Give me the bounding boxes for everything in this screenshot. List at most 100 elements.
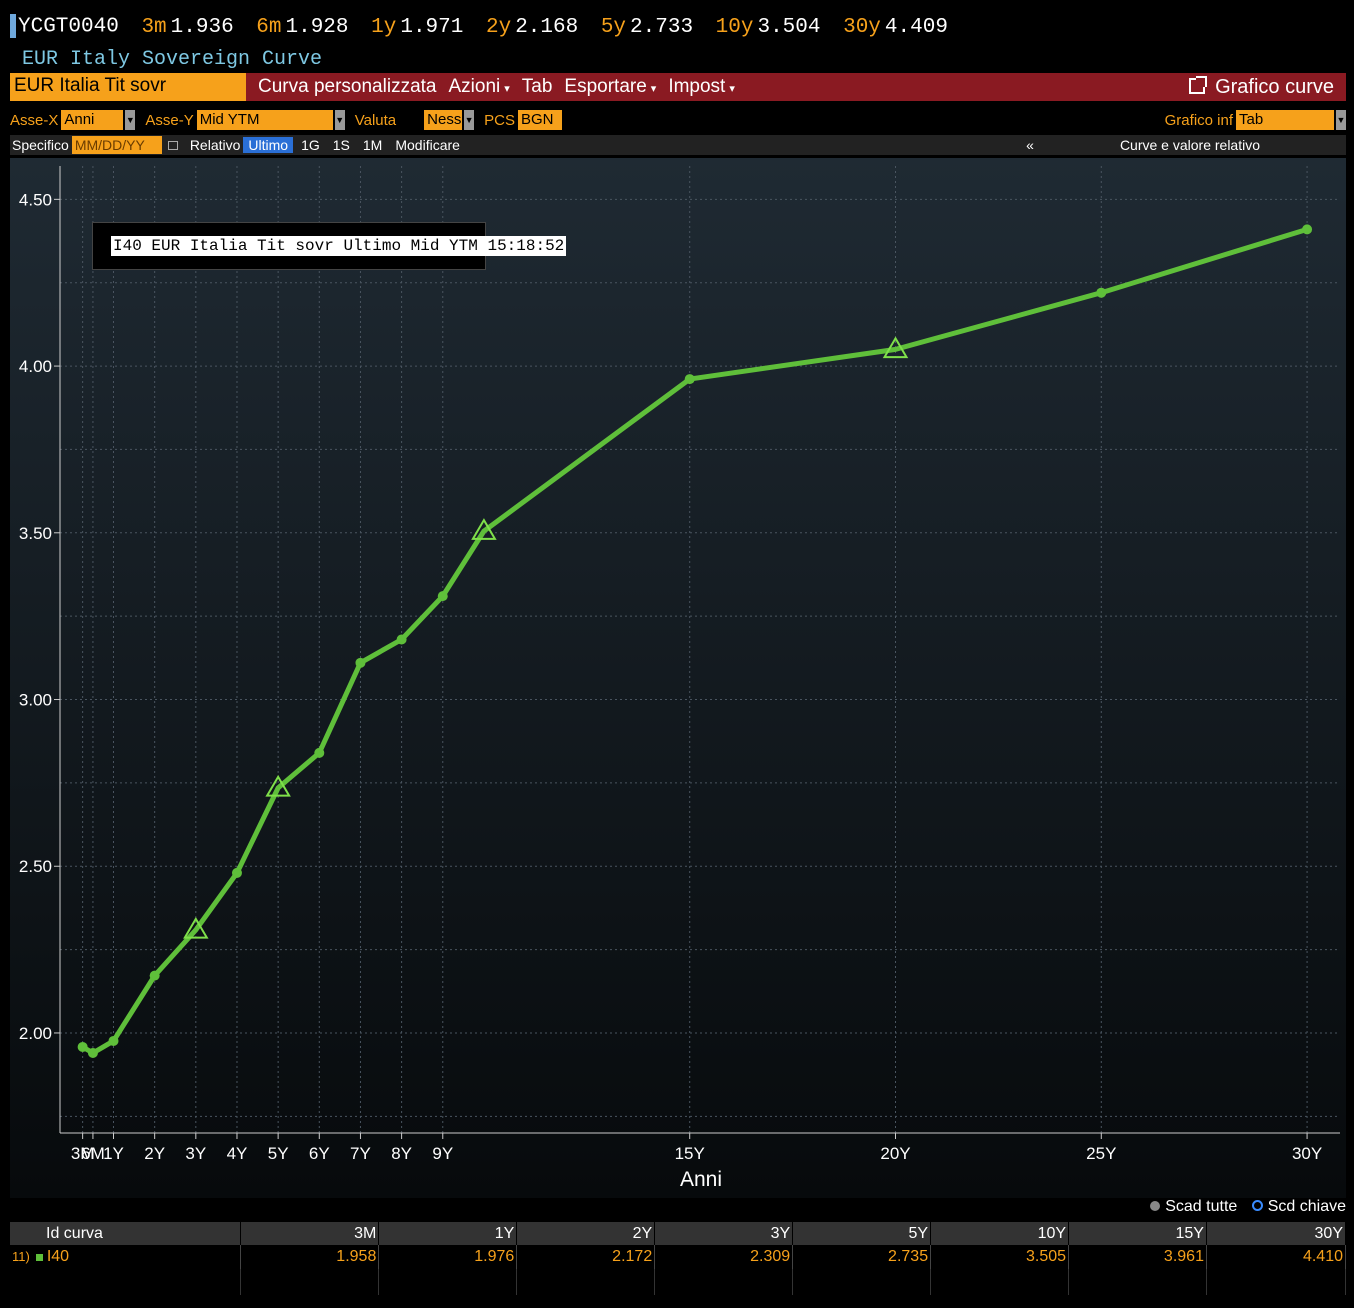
options-row: Asse-X Anni ▼ Asse-Y Mid YTM ▼ Valuta Ne… [10, 108, 1346, 132]
ticker-label: 5y [600, 15, 627, 39]
1w-button[interactable]: 1S [328, 137, 355, 153]
ticker-bar: YCGT0040 3m 1.936 6m 1.928 1y 1.971 2y 2.168… [10, 14, 948, 46]
dropdown-arrow-icon[interactable]: ▼ [334, 110, 345, 130]
ticker-label: 3m [141, 15, 167, 39]
data-point [1096, 287, 1107, 298]
col-header: 3M [240, 1222, 380, 1245]
specific-label: Specifico [12, 137, 69, 153]
1d-button[interactable]: 1G [296, 137, 325, 153]
curve-table: Id curva 3M 1Y 2Y 3Y 5Y 10Y 15Y 30Y 11) I… [10, 1222, 1347, 1295]
currency-label: Valuta [354, 111, 397, 129]
y-axis-select[interactable]: Mid YTM [196, 110, 333, 130]
y-tick-label: 3.50 [19, 524, 52, 543]
col-header: 3Y [654, 1222, 794, 1245]
x-tick-label: 8Y [391, 1144, 412, 1163]
menu-actions[interactable]: Azioni ▾ [442, 76, 515, 98]
menu-tab[interactable]: Tab [516, 76, 559, 98]
table-row[interactable]: 11) I40 1.958 1.976 2.172 2.309 2.735 3.5… [10, 1245, 1347, 1269]
empty-cell [930, 1269, 1070, 1295]
data-point [314, 747, 325, 758]
popout-icon [1189, 75, 1208, 94]
x-tick-label: 20Y [880, 1144, 910, 1163]
table-cell: 2.735 [792, 1245, 932, 1269]
x-tick-label: 7Y [350, 1144, 371, 1163]
graph-curves-button[interactable]: Grafico curve [1189, 75, 1346, 99]
ticker-value: 4.409 [884, 15, 948, 39]
col-header: 2Y [516, 1222, 656, 1245]
curve-name-field[interactable]: EUR Italia Tit sovr [10, 73, 246, 101]
y-tick-label: 4.50 [19, 190, 52, 209]
ticker-value: 1.971 [400, 15, 464, 39]
x-tick-label: 9Y [432, 1144, 453, 1163]
relative-label: Relativo [189, 137, 241, 153]
ticker-value: 3.504 [757, 15, 821, 39]
y-axis-label: Asse-Y [145, 111, 194, 129]
menu-label: Impost [668, 76, 726, 97]
command-cursor [10, 14, 16, 38]
ticker-value: 1.928 [285, 15, 349, 39]
caret-down-icon: ▾ [504, 83, 510, 95]
maturity-toggle: Scad tutte Scd chiave [1150, 1198, 1346, 1216]
empty-cell [1206, 1269, 1347, 1295]
data-point [108, 1035, 119, 1046]
data-point [87, 1047, 98, 1058]
ticker-label: 1y [371, 15, 397, 39]
dropdown-arrow-icon[interactable]: ▼ [1336, 110, 1346, 130]
modify-button[interactable]: Modificare [390, 137, 465, 153]
x-axis-title: Anni [680, 1168, 723, 1191]
data-point [149, 970, 160, 981]
data-point [355, 657, 366, 668]
menu-custom-curve[interactable]: Curva personalizzata [252, 76, 442, 98]
dropdown-arrow-icon[interactable]: ▼ [464, 110, 475, 130]
x-tick-label: 6Y [309, 1144, 330, 1163]
dropdown-arrow-icon[interactable]: ▼ [125, 110, 136, 130]
1m-button[interactable]: 1M [358, 137, 387, 153]
date-field[interactable]: MM/DD/YY [71, 136, 162, 154]
graph-curves-label: Grafico curve [1215, 75, 1334, 98]
table-cell: 4.410 [1206, 1245, 1347, 1269]
curve-id-cell[interactable]: 11) I40 [10, 1245, 242, 1269]
chart-canvas: 2.002.503.003.504.004.503M6M1Y 2Y 3Y 4Y 5Y 6Y… [19, 166, 1340, 1163]
ticker-value: 1.936 [170, 15, 234, 39]
table-cell: 2.309 [654, 1245, 794, 1269]
y-tick-label: 3.00 [19, 691, 52, 710]
menu-export[interactable]: Esportare ▾ [558, 76, 662, 98]
table-cell: 3.505 [930, 1245, 1070, 1269]
chart-legend[interactable]: I40 EUR Italia Tit sovr Ultimo Mid YTM 1… [92, 222, 567, 270]
x-tick-label: 2Y [144, 1144, 165, 1163]
x-axis-select[interactable]: Anni [61, 110, 124, 130]
x-tick-label: 6M [81, 1144, 105, 1163]
radio-all-icon[interactable] [1150, 1201, 1161, 1211]
latest-button[interactable]: Ultimo [243, 137, 294, 153]
col-header: 1Y [378, 1222, 518, 1245]
scad-all-label[interactable]: Scad tutte [1165, 1198, 1237, 1215]
menu-settings[interactable]: Impost ▾ [662, 76, 741, 98]
x-tick-label: 30Y [1292, 1144, 1322, 1163]
data-point [684, 374, 695, 385]
data-point [396, 634, 407, 645]
scad-key-label[interactable]: Scd chiave [1268, 1198, 1346, 1215]
table-row-empty [10, 1269, 1347, 1295]
ticker-label: 6m [256, 15, 282, 39]
lower-chart-select[interactable]: Tab [1236, 110, 1334, 130]
pcs-field[interactable]: BGN [517, 110, 562, 130]
menu-label: Tab [521, 76, 553, 97]
specific-row: Specifico MM/DD/YY Relativo Ultimo 1G 1S… [10, 135, 1346, 155]
menu-label: Curva personalizzata [258, 76, 437, 97]
curve-relative-link[interactable]: Curve e valore relativo [1120, 137, 1260, 153]
collapse-icon[interactable]: « [1026, 137, 1034, 153]
col-header: Id curva [10, 1222, 242, 1245]
empty-cell [10, 1269, 242, 1295]
table-cell: 1.958 [240, 1245, 380, 1269]
menu-label: Azioni [448, 76, 501, 97]
calendar-icon[interactable] [167, 140, 178, 150]
caret-down-icon: ▾ [729, 83, 735, 95]
currency-select[interactable]: Ness [424, 110, 463, 130]
x-tick-label: 25Y [1086, 1144, 1116, 1163]
ticker-value: 2.168 [515, 15, 579, 39]
legend-label: I40 EUR Italia Tit sovr Ultimo Mid YTM 1… [111, 236, 567, 256]
x-axis-label: Asse-X [10, 111, 59, 129]
col-header: 30Y [1206, 1222, 1347, 1245]
radio-key-icon[interactable] [1251, 1200, 1263, 1211]
menu-label: Esportare [564, 76, 647, 97]
